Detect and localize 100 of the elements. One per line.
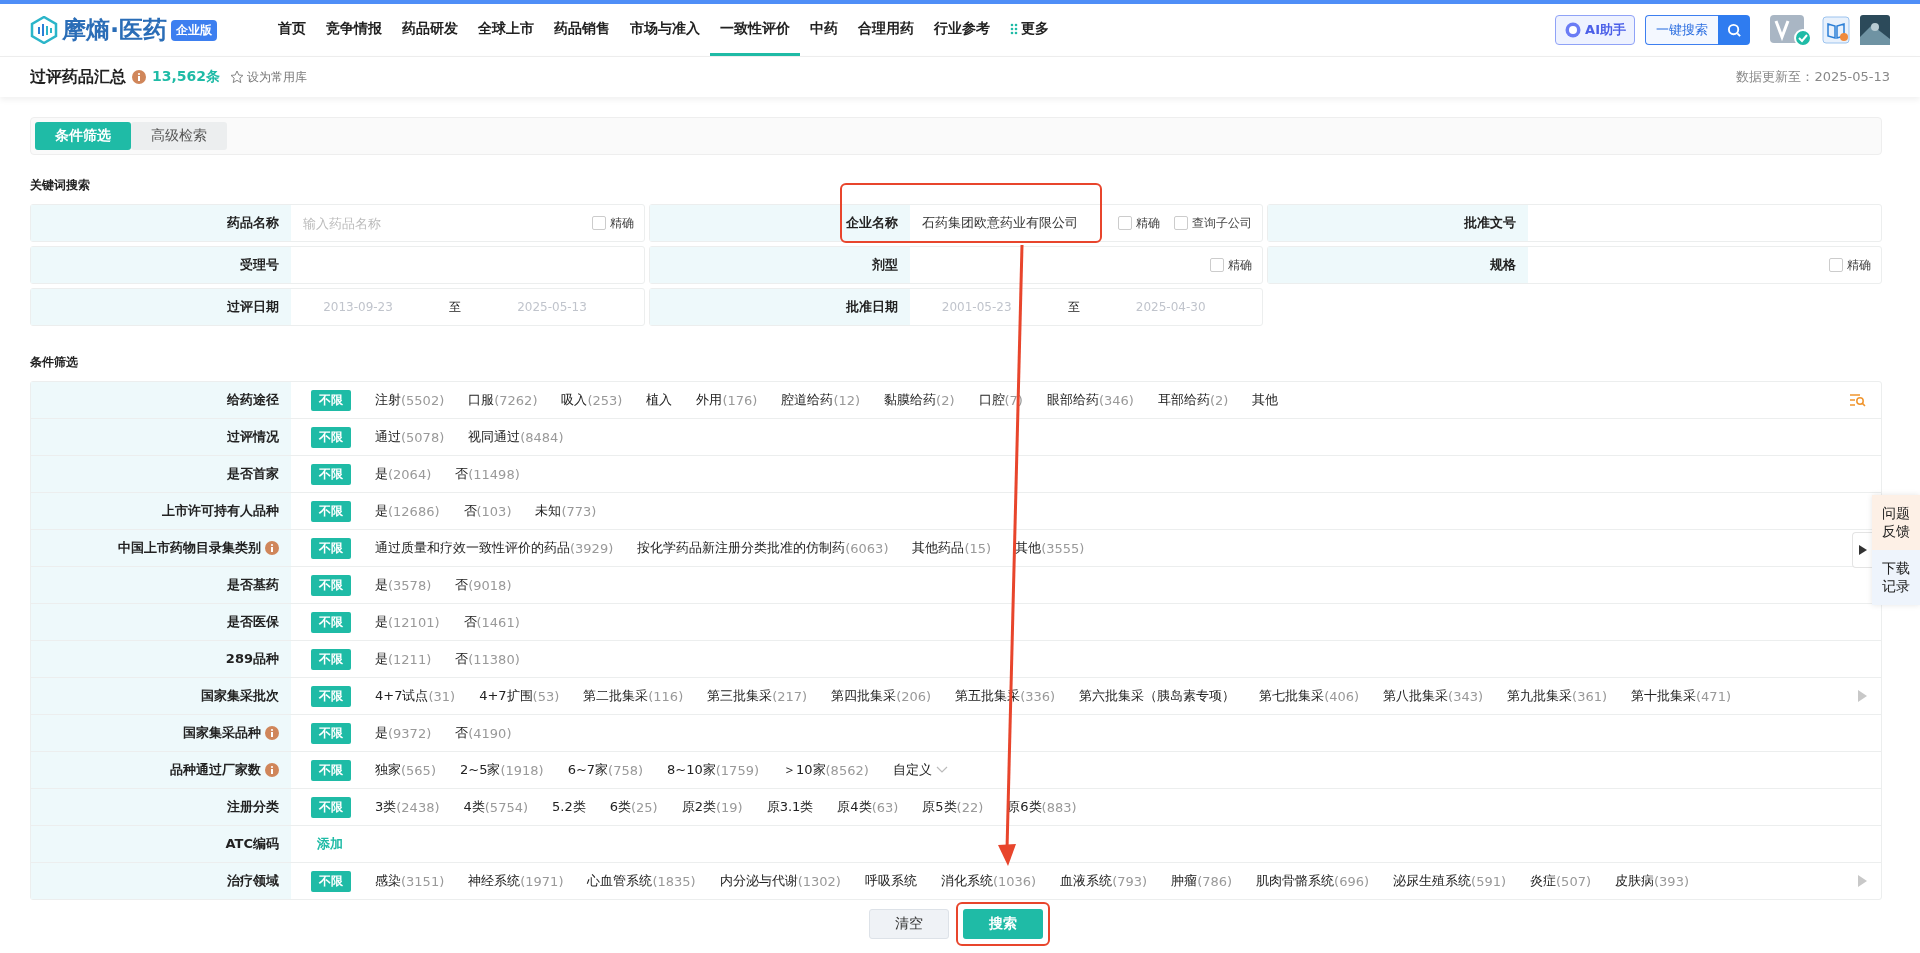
side-tab[interactable]: 下载记录	[1872, 550, 1920, 605]
filter-option[interactable]: 是(2064)	[375, 465, 432, 483]
filter-option[interactable]: 吸入(253)	[561, 391, 623, 409]
nav-tab[interactable]: 市场与准入	[620, 4, 710, 56]
filter-option[interactable]: 第十批集采(471)	[1631, 687, 1731, 705]
filter-option[interactable]: 第二批集采(116)	[583, 687, 684, 705]
filter-option[interactable]: 否(4190)	[455, 724, 512, 742]
filter-option[interactable]: 第九批集采(361)	[1507, 687, 1608, 705]
field-label: 过评日期	[31, 289, 291, 325]
filter-option[interactable]: 肌肉骨骼系统(696)	[1256, 872, 1370, 890]
nav-tab[interactable]: 行业参考	[924, 4, 1000, 56]
filter-option[interactable]: 第七批集采(406)	[1259, 687, 1360, 705]
filter-option[interactable]: 呼吸系统	[864, 872, 917, 890]
filter-option[interactable]: 外用(176)	[696, 391, 758, 409]
filter-option[interactable]: 腔道给药(12)	[781, 391, 861, 409]
filter-option[interactable]: 心血管系统(1835)	[587, 872, 696, 890]
filter-option[interactable]: 第三批集采(217)	[707, 687, 808, 705]
filter-option[interactable]: 黏膜给药(2)	[884, 391, 955, 409]
filter-option[interactable]: 是(1211)	[375, 650, 432, 668]
nav-tab[interactable]: 首页	[268, 4, 316, 56]
filter-option[interactable]: 通过质量和疗效一致性评价的药品(3929)	[375, 539, 614, 557]
filter-option[interactable]: 注射(5502)	[375, 391, 445, 409]
filter-option[interactable]: 否(9018)	[455, 576, 512, 594]
vip-icon[interactable]	[1770, 13, 1812, 47]
nav-tab[interactable]: 中药	[800, 4, 848, 56]
favorite-link[interactable]: 设为常用库	[230, 68, 308, 86]
filter-option[interactable]: 2~5家(1918)	[459, 761, 544, 779]
filter-option[interactable]: 否(103)	[463, 502, 512, 520]
filter-option[interactable]: 是(9372)	[375, 724, 432, 742]
checkbox[interactable]: 精确	[1829, 256, 1871, 274]
filter-option[interactable]: ＞10家(8562)	[783, 761, 869, 779]
range-separator: 至	[449, 298, 461, 316]
filter-option[interactable]: 5.2类	[552, 798, 586, 816]
filter-option[interactable]: 眼部给药(346)	[1046, 391, 1134, 409]
side-tab[interactable]: 问题反馈	[1872, 495, 1920, 550]
filter-tab[interactable]: 高级检索	[131, 122, 227, 150]
filter-option[interactable]: 4+7扩围(53)	[479, 687, 560, 705]
filter-option[interactable]: 否(11498)	[455, 465, 520, 483]
field-label: 批准文号	[1268, 205, 1529, 241]
custom-dropdown[interactable]: 自定义	[892, 761, 948, 779]
filter-option[interactable]: 6类(25)	[609, 798, 658, 816]
search-icon-button[interactable]	[1718, 15, 1750, 45]
checkbox[interactable]: 精确	[1210, 256, 1253, 274]
filter-option[interactable]: 4类(5754)	[463, 798, 529, 816]
filter-option[interactable]: 按化学药品新注册分类批准的仿制药(6063)	[637, 539, 889, 557]
filter-option[interactable]: 口服(7262)	[468, 391, 538, 409]
nav-tab[interactable]: 更多	[1000, 4, 1059, 56]
checkbox[interactable]: 精确	[1117, 214, 1160, 232]
collapse-button[interactable]	[1852, 532, 1872, 568]
filter-option[interactable]: 消化系统(1036)	[940, 872, 1037, 890]
filter-option[interactable]: 3类(2438)	[375, 798, 440, 816]
filter-option[interactable]: 感染(3151)	[375, 872, 445, 890]
filter-option[interactable]: 是(12686)	[375, 502, 440, 520]
checkbox[interactable]: 精确	[591, 214, 634, 232]
filter-option[interactable]: 其他药品(15)	[912, 539, 992, 557]
filter-option[interactable]: 原4类(63)	[837, 798, 899, 816]
filter-option[interactable]: 耳部给药(2)	[1157, 391, 1229, 409]
filter-option[interactable]: 未知(773)	[535, 502, 597, 520]
filter-option[interactable]: 第八批集采(343)	[1383, 687, 1484, 705]
nav-tab[interactable]: 合理用药	[848, 4, 924, 56]
filter-option[interactable]: 第六批集采（胰岛素专项）	[1079, 687, 1236, 705]
filter-option[interactable]: 原2类(19)	[681, 798, 743, 816]
nav-tab[interactable]: 药品销售	[544, 4, 620, 56]
filter-option[interactable]: 泌尿生殖系统(591)	[1393, 872, 1507, 890]
filter-option[interactable]: 8~10家(1759)	[667, 761, 759, 779]
filter-option[interactable]: 内分泌与代谢(1302)	[719, 872, 841, 890]
book-icon[interactable]	[1822, 16, 1850, 44]
filter-option[interactable]: 是(3578)	[375, 576, 432, 594]
logo-text[interactable]: 摩熵·医药	[62, 14, 168, 46]
filter-option[interactable]: 炎症(507)	[1530, 872, 1591, 890]
avatar[interactable]	[1860, 15, 1890, 45]
filter-option[interactable]: 视同通过(8484)	[468, 428, 564, 446]
ai-assistant-button[interactable]: AI助手	[1555, 15, 1635, 45]
filter-option[interactable]: 第四批集采(206)	[831, 687, 932, 705]
nav-tab[interactable]: 药品研发	[392, 4, 468, 56]
nav-tab[interactable]: 竞争情报	[316, 4, 392, 56]
filter-option[interactable]: 6~7家(758)	[567, 761, 644, 779]
filter-option[interactable]: 肿瘤(786)	[1171, 872, 1233, 890]
filter-option[interactable]: 血液系统(793)	[1060, 872, 1148, 890]
filter-option[interactable]: 是(12101)	[375, 613, 440, 631]
filter-option[interactable]: 其他	[1252, 391, 1279, 409]
filter-option[interactable]: 皮肤病(393)	[1615, 872, 1689, 890]
clear-button[interactable]: 清空	[869, 909, 949, 939]
checkbox[interactable]: 查询子公司	[1173, 214, 1252, 232]
filter-option[interactable]: 神经系统(1971)	[468, 872, 564, 890]
filter-option[interactable]: 原3.1类	[766, 798, 814, 816]
quick-search-button[interactable]: 一键搜索	[1645, 15, 1718, 45]
filter-option[interactable]: 通过(5078)	[375, 428, 445, 446]
star-icon	[230, 70, 245, 84]
filter-option[interactable]: 植入	[646, 391, 673, 409]
filter-option[interactable]: 4+7试点(31)	[375, 687, 456, 705]
filter-label: 给药途径	[227, 391, 279, 409]
filter-option[interactable]: 否(1461)	[463, 613, 520, 631]
nav-tab[interactable]: 全球上市	[468, 4, 544, 56]
filter-option[interactable]: 原5类(22)	[922, 798, 984, 816]
filter-option[interactable]: 原6类(883)	[1007, 798, 1077, 816]
filter-option[interactable]: 独家(565)	[375, 761, 436, 779]
filter-search-icon[interactable]	[1849, 393, 1867, 407]
nav-tab[interactable]: 一致性评价	[710, 4, 800, 56]
filter-option[interactable]: 否(11380)	[455, 650, 520, 668]
